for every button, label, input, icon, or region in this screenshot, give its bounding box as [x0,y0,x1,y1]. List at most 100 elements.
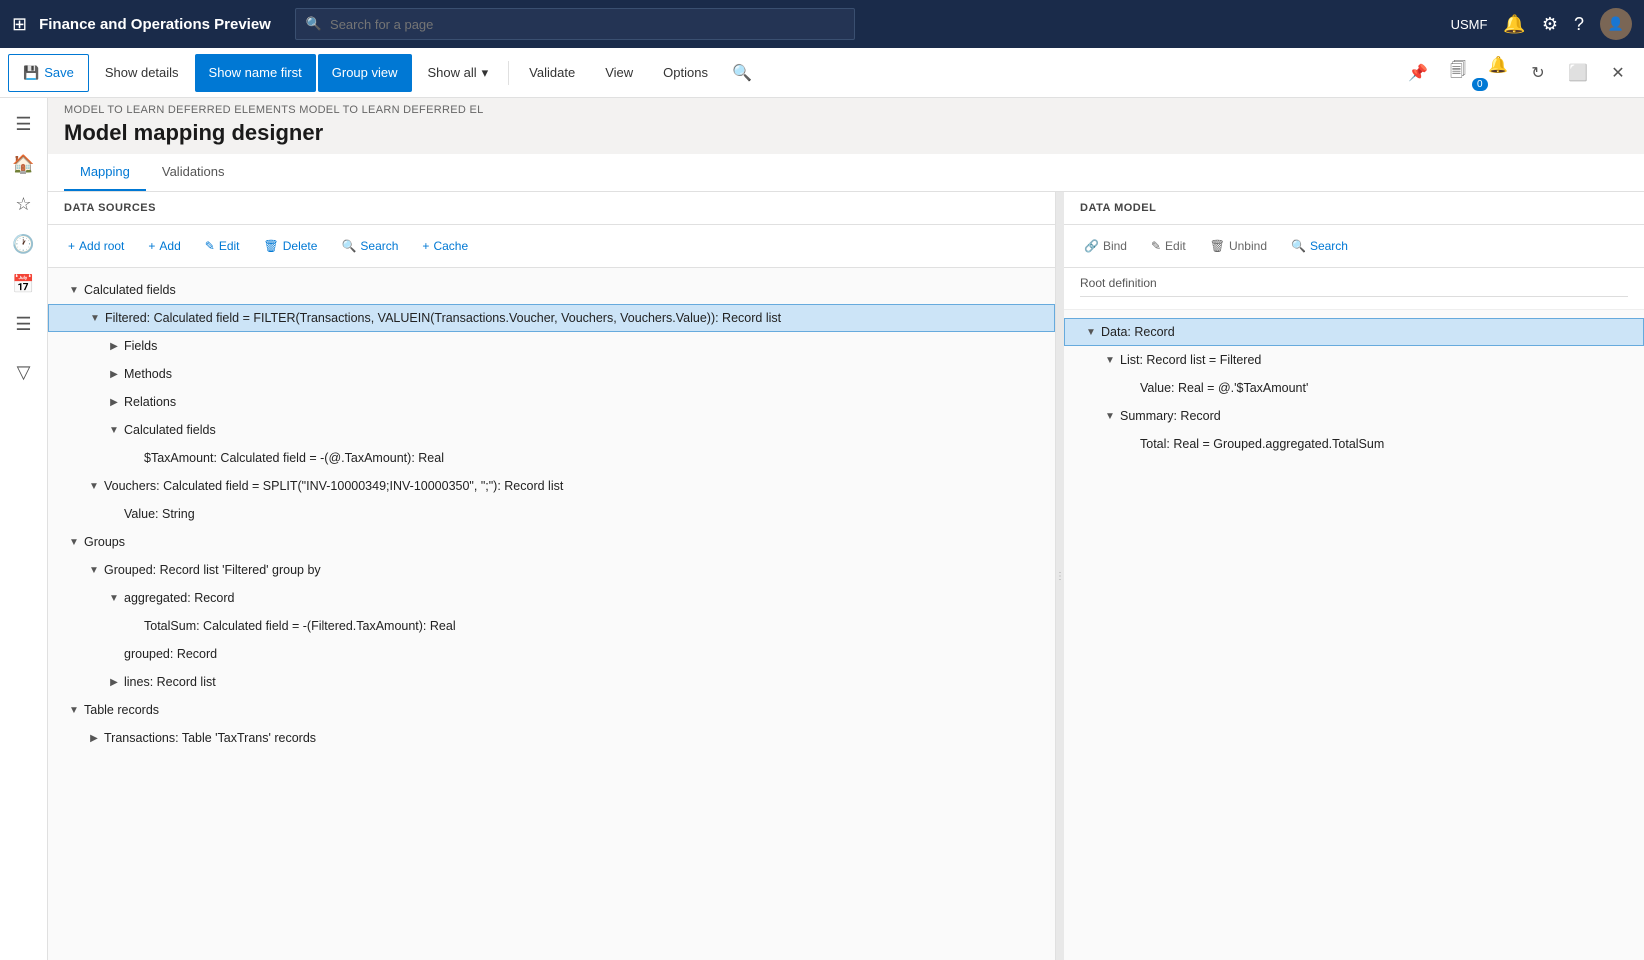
breadcrumb: MODEL TO LEARN DEFERRED ELEMENTS MODEL T… [48,98,1644,118]
dm-tree-node-text: Summary: Record [1120,409,1636,423]
refresh-icon[interactable]: ↻ [1520,55,1556,91]
sidebar-icon-favorites[interactable]: ☆ [6,186,42,222]
expand-icon-4[interactable] [104,392,124,412]
ds-toolbar: + Add root + Add ✎ Edit 🗑 Delete [48,225,1055,268]
dm-tree-row[interactable]: List: Record list = Filtered [1064,346,1644,374]
dm-tree: Data: Record List: Record list = Filtere… [1064,310,1644,960]
sidebar-icon-recent[interactable]: 🕐 [6,226,42,262]
gear-icon[interactable]: ⚙ [1542,14,1558,35]
expand-icon-1[interactable] [85,308,105,328]
toolbar-right-icons: 📌 🗐 🔔 0 ↻ ⬜ ✕ [1400,47,1636,98]
expand-icon-0[interactable] [64,280,84,300]
expand-icon-2[interactable] [104,336,124,356]
tree-row[interactable]: lines: Record list [48,668,1055,696]
options-button[interactable]: Options [649,54,722,92]
tree-node-text: Table records [84,703,1047,717]
tab-validations[interactable]: Validations [146,154,241,191]
save-button[interactable]: 💾 Save [8,54,89,92]
sidebar-icon-calendar[interactable]: 📅 [6,266,42,302]
close-icon[interactable]: ✕ [1600,55,1636,91]
pin-icon[interactable]: 📌 [1400,55,1436,91]
tree-node-text: TotalSum: Calculated field = -(Filtered.… [144,619,1047,633]
edit-ds-button[interactable]: ✎ Edit [195,231,250,261]
sidebar-icon-menu[interactable]: ☰ [6,106,42,142]
notifications-icon[interactable]: 🔔 [1480,47,1516,83]
unbind-button[interactable]: 🗑 Unbind [1200,231,1277,261]
sidebar-icon-home[interactable]: 🏠 [6,146,42,182]
group-view-button[interactable]: Group view [318,54,412,92]
tree-row[interactable]: Groups [48,528,1055,556]
dm-tree-row-selected[interactable]: Data: Record [1064,318,1644,346]
expand-icon-13 [104,644,124,664]
expand-icon-15[interactable] [64,700,84,720]
edit-dm-button[interactable]: ✎ Edit [1141,231,1196,261]
bind-button[interactable]: 🔗 Bind [1074,231,1137,261]
add-button[interactable]: + Add [138,231,190,261]
tree-row[interactable]: Value: String [48,500,1055,528]
tree-row[interactable]: Table records [48,696,1055,724]
expand-icon-14[interactable] [104,672,124,692]
tree-row[interactable]: Fields [48,332,1055,360]
left-sidebar: ☰ 🏠 ☆ 🕐 📅 ☰ ▽ [0,98,48,960]
tree-row[interactable]: Grouped: Record list 'Filtered' group by [48,556,1055,584]
tree-row[interactable]: aggregated: Record [48,584,1055,612]
tree-row-selected[interactable]: Filtered: Calculated field = FILTER(Tran… [48,304,1055,332]
cache-button[interactable]: + Cache [412,231,478,261]
show-name-first-button[interactable]: Show name first [195,54,316,92]
tab-mapping[interactable]: Mapping [64,154,146,191]
expand-icon-3[interactable] [104,364,124,384]
split-divider[interactable]: ⋮ [1056,192,1064,960]
tree-row[interactable]: Vouchers: Calculated field = SPLIT("INV-… [48,472,1055,500]
bell-icon[interactable]: 🔔 [1503,14,1525,35]
search-toolbar-icon[interactable]: 🔍 [724,55,760,91]
dm-expand-icon-1[interactable] [1100,350,1120,370]
tree-row[interactable]: Methods [48,360,1055,388]
username-label: USMF [1451,17,1488,32]
search-dm-icon: 🔍 [1291,239,1306,253]
filter-icon[interactable]: ▽ [6,354,42,390]
dm-tree-row[interactable]: Total: Real = Grouped.aggregated.TotalSu… [1064,430,1644,458]
tree-row[interactable]: Transactions: Table 'TaxTrans' records [48,724,1055,752]
global-search-input[interactable] [330,17,844,32]
content-area: MODEL TO LEARN DEFERRED ELEMENTS MODEL T… [48,98,1644,960]
tree-row[interactable]: Calculated fields [48,416,1055,444]
validate-button[interactable]: Validate [515,54,589,92]
expand-icon-9[interactable] [64,532,84,552]
tree-row[interactable]: TotalSum: Calculated field = -(Filtered.… [48,612,1055,640]
tree-node-text: Relations [124,395,1047,409]
global-search-bar[interactable]: 🔍 [295,8,855,40]
dm-tree-row[interactable]: Summary: Record [1064,402,1644,430]
show-all-button[interactable]: Show all ▾ [414,54,503,92]
expand-icon-5[interactable] [104,420,124,440]
app-title: Finance and Operations Preview [39,16,271,33]
tree-row[interactable]: Calculated fields [48,276,1055,304]
expand-icon-10[interactable] [84,560,104,580]
avatar[interactable]: 👤 [1600,8,1632,40]
dm-panel-header: DATA MODEL [1064,192,1644,225]
view-button[interactable]: View [591,54,647,92]
grid-icon[interactable]: ⊞ [12,14,27,35]
show-details-button[interactable]: Show details [91,54,193,92]
tree-row[interactable]: Relations [48,388,1055,416]
tree-row[interactable]: $TaxAmount: Calculated field = -(@.TaxAm… [48,444,1055,472]
search-dm-button[interactable]: 🔍 Search [1281,231,1358,261]
dm-expand-icon-0[interactable] [1081,322,1101,342]
expand-icon-16[interactable] [84,728,104,748]
dm-expand-icon-3[interactable] [1100,406,1120,426]
search-ds-button[interactable]: 🔍 Search [331,231,408,261]
chevron-down-icon: ▾ [482,65,489,81]
dm-tree-row[interactable]: Value: Real = @.'$TaxAmount' [1064,374,1644,402]
add-root-button[interactable]: + Add root [58,231,134,261]
sidebar-icon-list[interactable]: ☰ [6,306,42,342]
tree-row[interactable]: grouped: Record [48,640,1055,668]
expand-icon-11[interactable] [104,588,124,608]
split-area: DATA SOURCES + Add root + Add ✎ Edit [48,192,1644,960]
toolbar-separator [508,61,509,85]
expand-icon[interactable]: ⬜ [1560,55,1596,91]
tree-node-text: lines: Record list [124,675,1047,689]
expand-icon-7[interactable] [84,476,104,496]
copy-icon[interactable]: 🗐 [1440,55,1476,91]
delete-ds-button[interactable]: 🗑 Delete [254,231,328,261]
help-icon[interactable]: ? [1574,14,1584,35]
notification-badge: 0 [1472,78,1488,91]
